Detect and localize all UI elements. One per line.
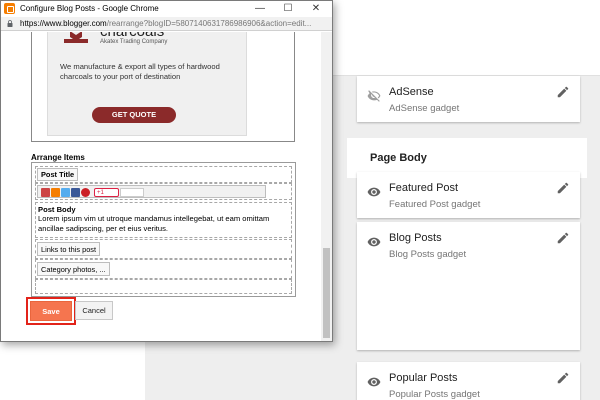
configure-blog-posts-window: Configure Blog Posts - Google Chrome — ☐… xyxy=(0,0,333,342)
gadget-subtitle: Popular Posts gadget xyxy=(389,389,480,400)
ad-description: We manufacture & export all types of har… xyxy=(60,62,220,81)
arrange-slot-post-title: Post Title xyxy=(35,166,292,183)
url-text: https://www.blogger.com/rearrange?blogID… xyxy=(20,19,330,28)
gadget-title: Featured Post xyxy=(389,182,459,194)
gadget-adsense[interactable]: AdSense AdSense gadget xyxy=(357,76,580,122)
eye-off-icon[interactable] xyxy=(367,89,381,103)
arrange-items-box: Post Title +1 Post Body Lorem ipsum vim … xyxy=(31,162,296,297)
ad-company: Akatex Trading Company xyxy=(100,39,168,45)
gadget-title: Blog Posts xyxy=(389,232,442,244)
gadget-subtitle: Blog Posts gadget xyxy=(389,249,467,260)
gadget-title: AdSense xyxy=(389,86,434,98)
google-plus-one-icon: +1 xyxy=(94,188,119,197)
arrange-slot-share-buttons: +1 xyxy=(35,183,292,200)
get-quote-button[interactable]: GET QUOTE xyxy=(92,107,176,123)
ad-card[interactable]: charcoals Akatex Trading Company We manu… xyxy=(47,32,247,136)
blogger-share-icon xyxy=(51,188,60,197)
lock-icon xyxy=(7,20,13,27)
cancel-button[interactable]: Cancel xyxy=(75,301,113,320)
gadget-featured-post[interactable]: Featured Post Featured Post gadget xyxy=(357,172,580,218)
gadget-title: Popular Posts xyxy=(389,372,458,384)
save-button[interactable]: Save xyxy=(30,301,72,321)
maximize-button[interactable]: ☐ xyxy=(276,1,300,17)
post-title-item[interactable]: Post Title xyxy=(37,168,79,181)
post-body-text: Lorem ipsum vim ut utroque mandamus inte… xyxy=(38,214,270,233)
pinterest-share-icon xyxy=(81,188,90,197)
category-photos-item[interactable]: Category photos, ... xyxy=(37,262,110,276)
eye-icon[interactable] xyxy=(367,185,381,199)
post-body-title: Post Body xyxy=(38,205,76,214)
edit-pencil-icon[interactable] xyxy=(556,231,570,245)
twitter-share-icon xyxy=(61,188,70,197)
arrange-slot-empty xyxy=(35,279,292,294)
scrollbar[interactable] xyxy=(321,32,332,341)
arrange-slot-post-body[interactable]: Post Body Lorem ipsum vim ut utroque man… xyxy=(35,202,292,238)
window-titlebar[interactable]: Configure Blog Posts - Google Chrome — ☐… xyxy=(1,1,332,17)
gadget-blog-posts[interactable]: Blog Posts Blog Posts gadget xyxy=(357,222,580,350)
section-title: Page Body xyxy=(370,152,427,164)
gadget-subtitle: AdSense gadget xyxy=(389,103,460,114)
blogger-icon xyxy=(4,3,15,14)
edit-pencil-icon[interactable] xyxy=(556,85,570,99)
company-logo-icon xyxy=(64,32,88,43)
gadget-popular-posts[interactable]: Popular Posts Popular Posts gadget xyxy=(357,362,580,400)
facebook-share-icon xyxy=(71,188,80,197)
popup-content: charcoals Akatex Trading Company We manu… xyxy=(1,32,321,341)
scrollbar-thumb[interactable] xyxy=(323,248,330,338)
url-path: /rearrange?blogID=5807140631786986906&ac… xyxy=(106,19,312,28)
links-to-post-item[interactable]: Links to this post xyxy=(37,242,101,256)
address-bar[interactable]: https://www.blogger.com/rearrange?blogID… xyxy=(1,17,332,31)
arrange-slot-links: Links to this post xyxy=(35,239,292,259)
top-bar xyxy=(330,0,600,76)
gadget-subtitle: Featured Post gadget xyxy=(389,199,481,210)
edit-pencil-icon[interactable] xyxy=(556,181,570,195)
share-count-box xyxy=(120,188,144,197)
close-button[interactable]: ✕ xyxy=(304,1,328,17)
minimize-button[interactable]: — xyxy=(248,1,272,17)
share-buttons-item[interactable]: +1 xyxy=(37,185,266,198)
email-share-icon xyxy=(41,188,50,197)
arrange-slot-category: Category photos, ... xyxy=(35,259,292,279)
window-title: Configure Blog Posts - Google Chrome xyxy=(20,4,159,13)
eye-icon[interactable] xyxy=(367,375,381,389)
arrange-items-label: Arrange Items xyxy=(31,153,85,162)
eye-icon[interactable] xyxy=(367,235,381,249)
url-host: https://www.blogger.com xyxy=(20,19,107,28)
edit-pencil-icon[interactable] xyxy=(556,371,570,385)
